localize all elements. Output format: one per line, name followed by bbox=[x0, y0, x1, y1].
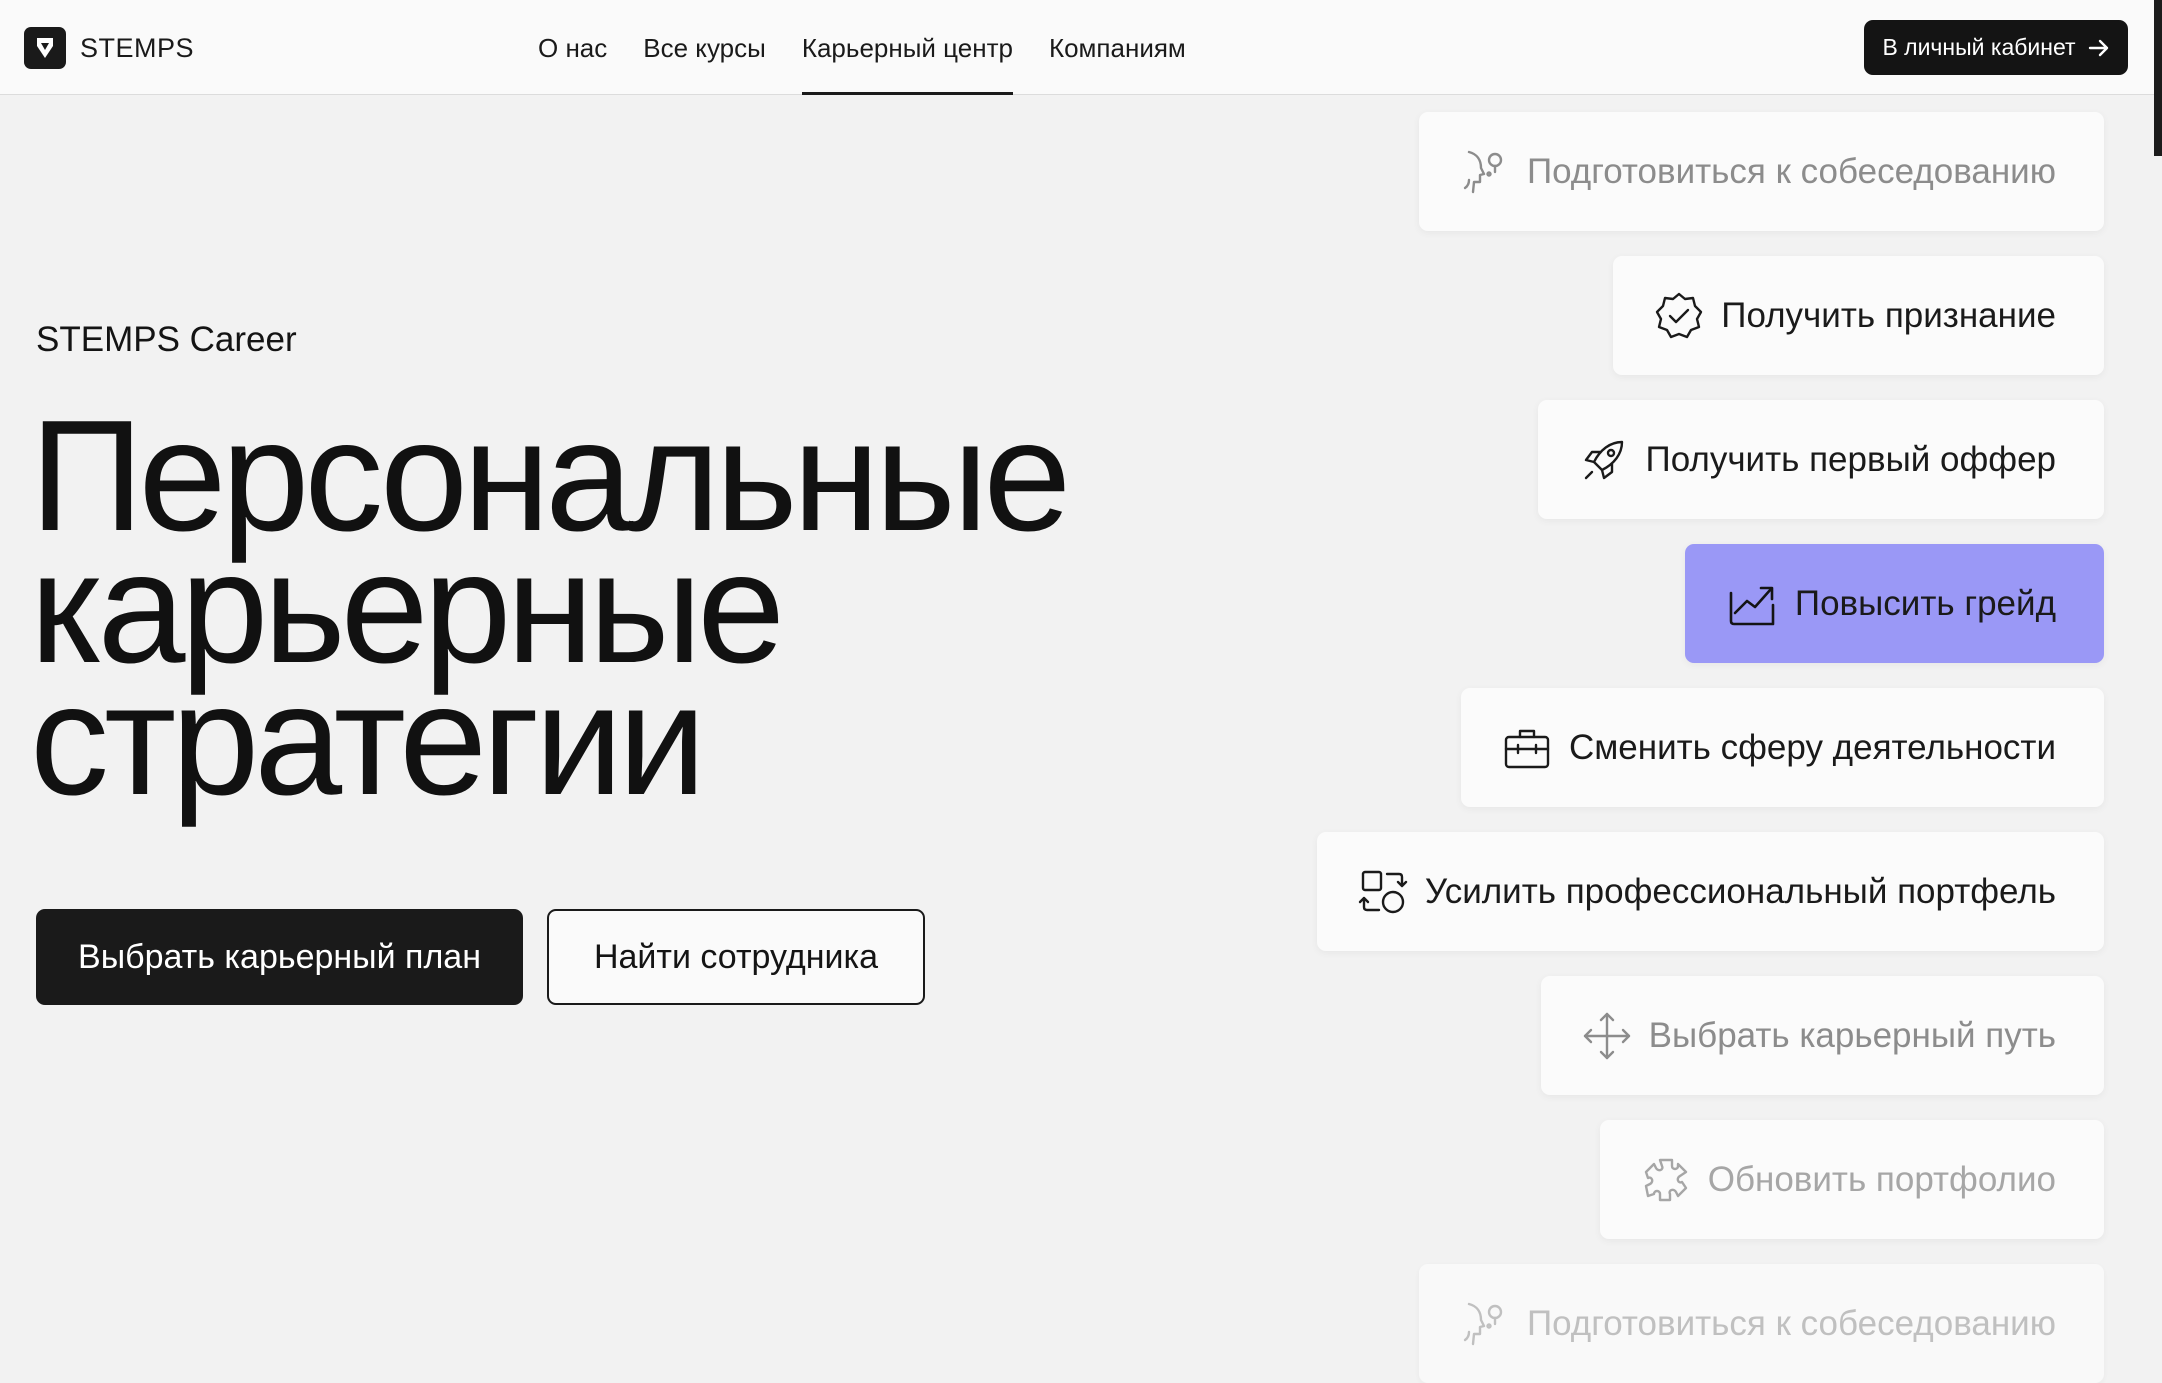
goal-card-recognition[interactable]: Получить признание bbox=[1613, 256, 2104, 375]
goal-card-update-portfolio[interactable]: Обновить портфолио bbox=[1599, 1120, 2104, 1239]
stemps-logo-icon bbox=[24, 27, 66, 69]
hero-title-line: стратегии bbox=[30, 652, 706, 828]
nav-item-companies[interactable]: Компаниям bbox=[1049, 0, 1186, 95]
main-nav: О нас Все курсы Карьерный центр Компания… bbox=[538, 0, 1186, 95]
nav-item-about[interactable]: О нас bbox=[538, 0, 607, 95]
goal-card-career-path[interactable]: Выбрать карьерный путь bbox=[1540, 976, 2104, 1095]
puzzle-icon bbox=[1644, 1158, 1687, 1201]
goal-card-label: Подготовиться к собеседованию bbox=[1526, 151, 2056, 191]
goal-card-label: Получить первый оффер bbox=[1645, 439, 2056, 479]
goal-card-label: Сменить сферу деятельности bbox=[1568, 727, 2056, 767]
top-header: STEMPS О нас Все курсы Карьерный центр К… bbox=[0, 0, 2162, 95]
scrollbar-thumb[interactable] bbox=[2154, 0, 2162, 156]
find-employee-button[interactable]: Найти сотрудника bbox=[547, 909, 925, 1005]
trend-up-icon bbox=[1729, 586, 1775, 625]
goal-card-label: Обновить портфолио bbox=[1707, 1159, 2056, 1199]
choose-career-plan-button[interactable]: Выбрать карьерный план bbox=[36, 909, 523, 1005]
briefcase-icon bbox=[1504, 729, 1550, 768]
personal-cabinet-button[interactable]: В личный кабинет bbox=[1864, 20, 2128, 75]
goal-card-raise-grade[interactable]: Повысить грейд bbox=[1684, 544, 2104, 663]
personal-cabinet-label: В личный кабинет bbox=[1882, 34, 2076, 60]
goal-card-label: Усилить профессиональный портфель bbox=[1424, 871, 2056, 911]
arrow-right-icon bbox=[2088, 39, 2108, 56]
head-speech-icon bbox=[1463, 150, 1503, 193]
hero-title: Персональные карьерные стратегии bbox=[30, 397, 1071, 828]
goal-card-label: Подготовиться к собеседованию bbox=[1526, 1303, 2056, 1343]
goal-card-interview[interactable]: Подготовиться к собеседованию bbox=[1418, 112, 2104, 231]
hero-subtitle: STEMPS Career bbox=[36, 320, 297, 359]
nav-item-courses[interactable]: Все курсы bbox=[643, 0, 766, 95]
move-arrows-icon bbox=[1583, 1012, 1630, 1059]
goal-card-interview-repeat[interactable]: Подготовиться к собеседованию bbox=[1418, 1264, 2104, 1383]
nav-item-career-center[interactable]: Карьерный центр bbox=[801, 0, 1014, 95]
goal-card-portfolio-strengthen[interactable]: Усилить профессиональный портфель bbox=[1316, 832, 2104, 951]
goal-card-label: Выбрать карьерный путь bbox=[1648, 1015, 2056, 1055]
goal-card-first-offer[interactable]: Получить первый оффер bbox=[1537, 400, 2104, 519]
brand-name: STEMPS bbox=[80, 32, 195, 63]
goal-card-label: Повысить грейд bbox=[1794, 583, 2056, 623]
verified-badge-icon bbox=[1656, 292, 1703, 338]
brand-logo[interactable]: STEMPS bbox=[24, 27, 194, 69]
rocket-icon bbox=[1584, 440, 1623, 479]
goal-card-label: Получить признание bbox=[1721, 295, 2056, 335]
swap-shapes-icon bbox=[1358, 870, 1408, 913]
goal-card-change-field[interactable]: Сменить сферу деятельности bbox=[1460, 688, 2104, 807]
head-speech-icon bbox=[1463, 1302, 1503, 1345]
